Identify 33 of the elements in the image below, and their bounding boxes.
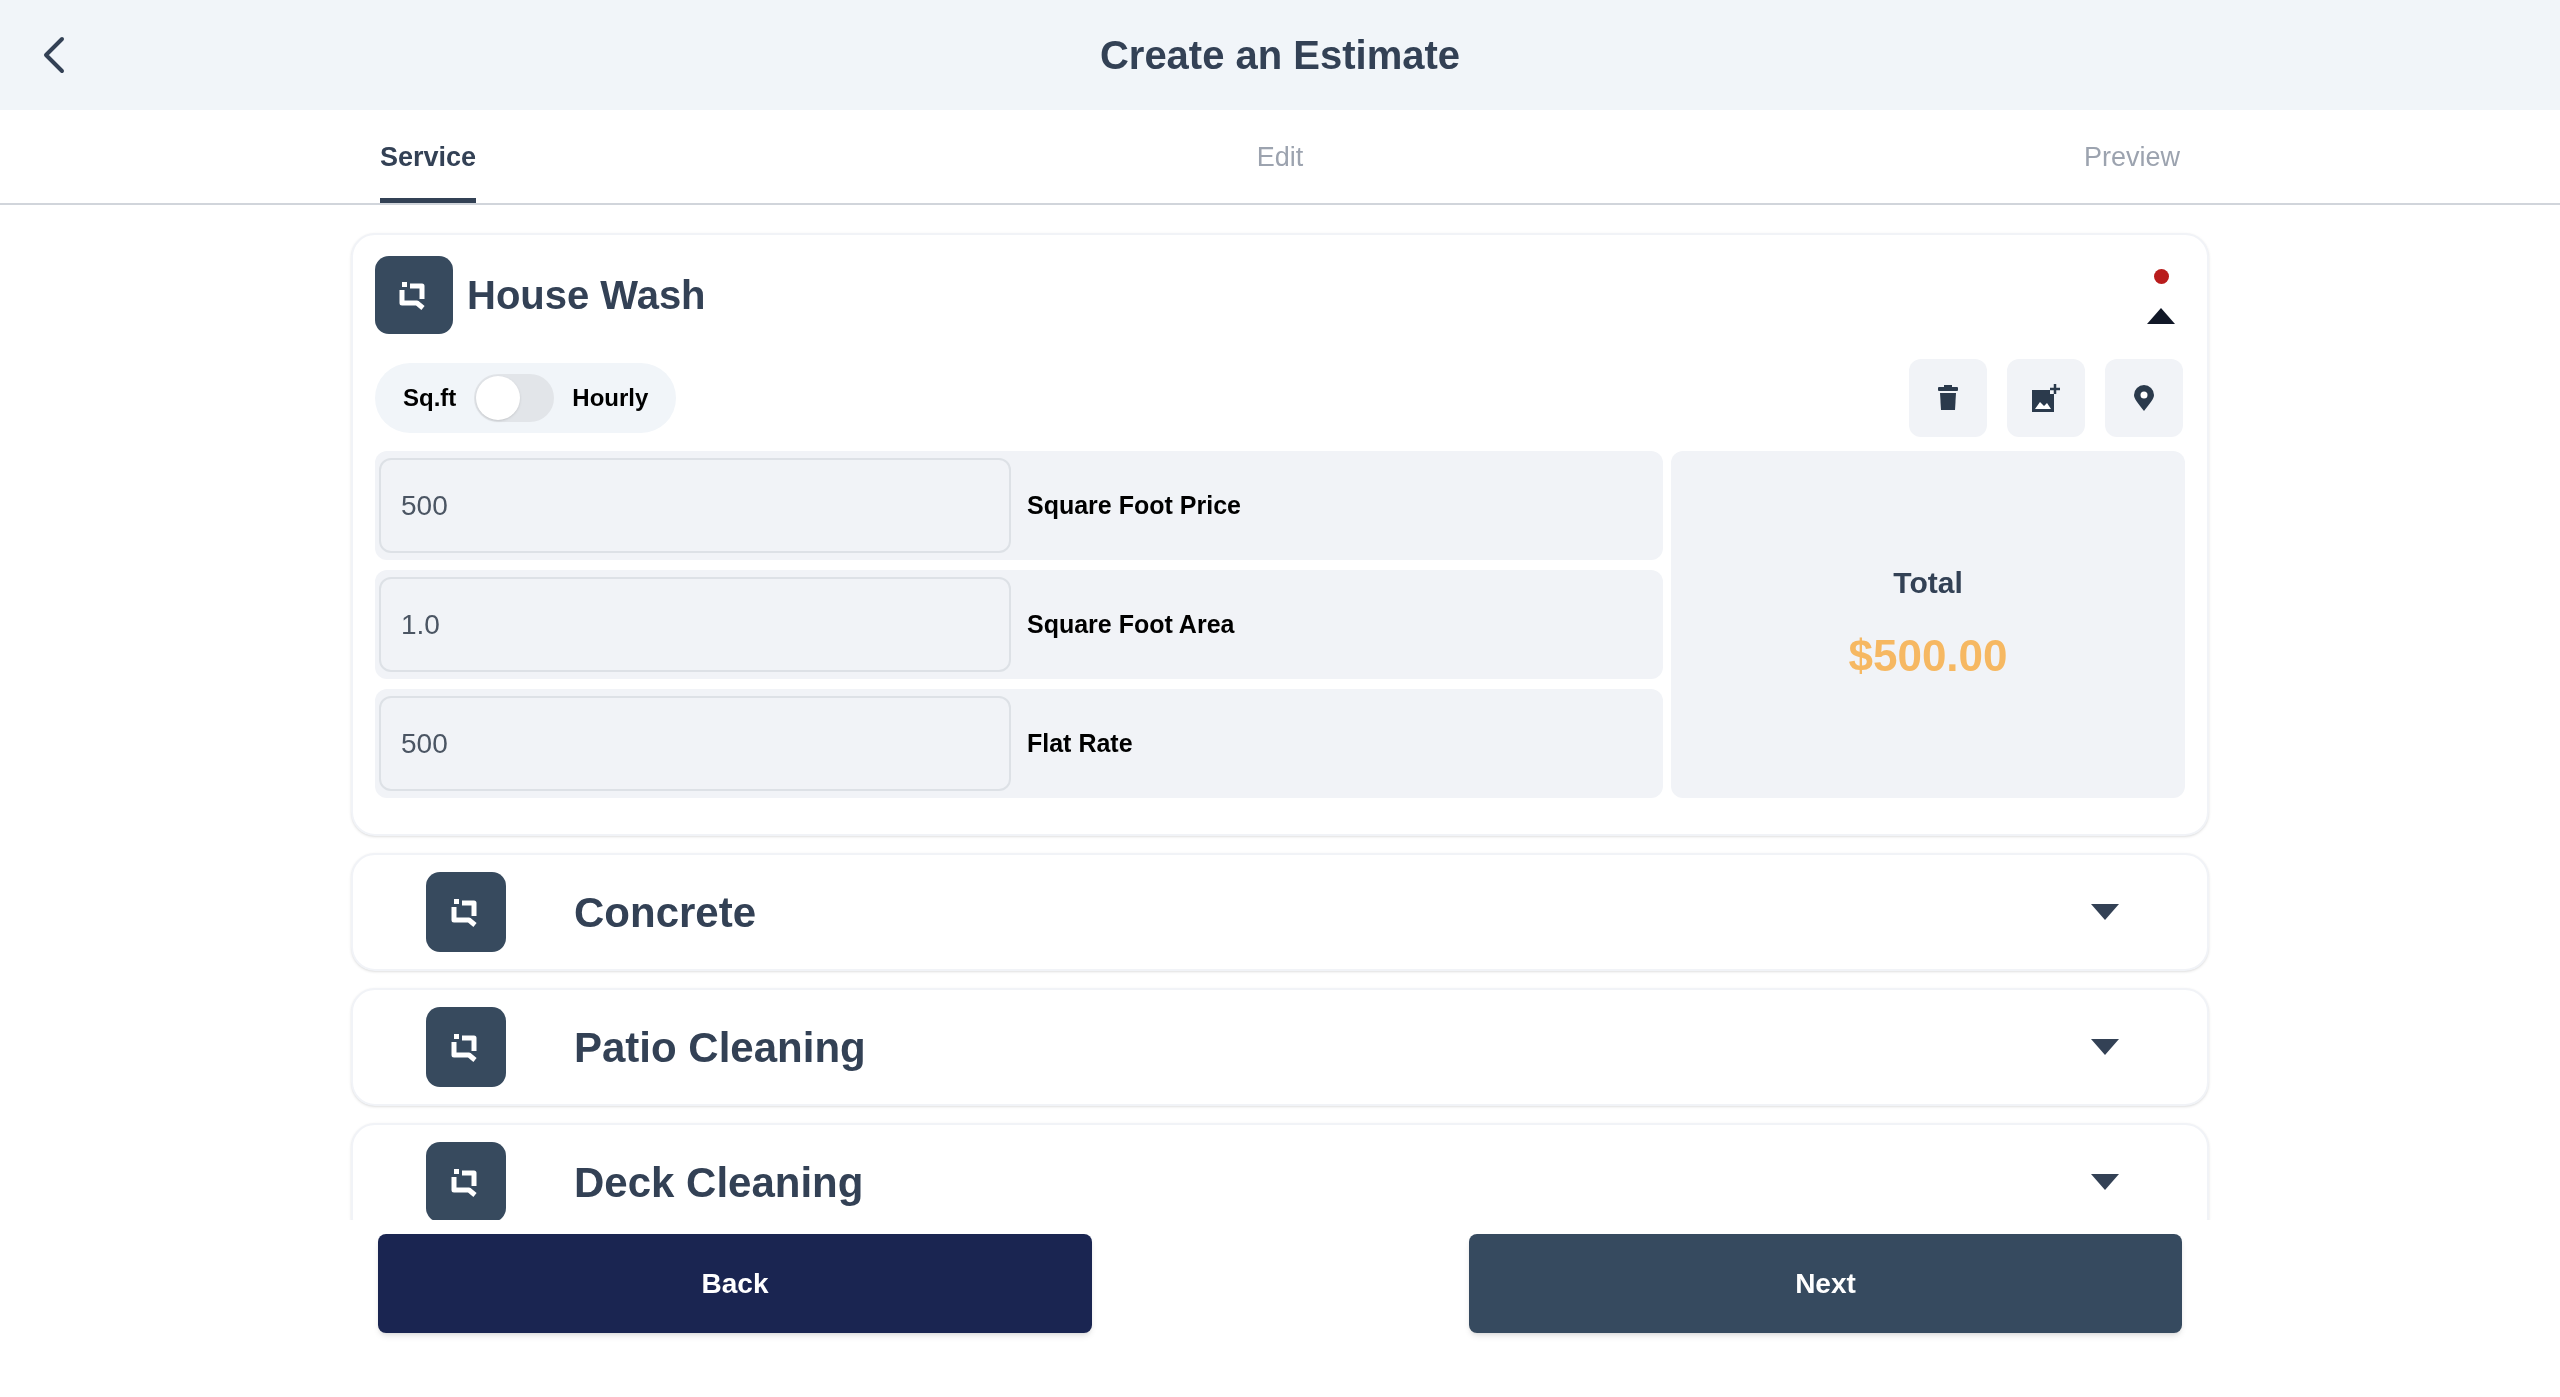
service-title: House Wash xyxy=(467,272,706,319)
service-title: Patio Cleaning xyxy=(574,1022,866,1073)
add-image-icon xyxy=(2032,384,2060,412)
trash-icon xyxy=(1938,385,1958,411)
expand-caret-icon[interactable] xyxy=(2091,1039,2119,1055)
back-button[interactable]: Back xyxy=(378,1234,1092,1333)
toggle-switch[interactable] xyxy=(474,374,555,422)
expand-caret-icon[interactable] xyxy=(2091,904,2119,920)
field-label: Square Foot Area xyxy=(1027,608,1235,640)
delete-button[interactable] xyxy=(1909,359,1987,437)
add-photo-button[interactable] xyxy=(2007,359,2085,437)
total-label: Total xyxy=(1893,565,1963,601)
service-title: Deck Cleaning xyxy=(574,1157,864,1208)
page-title: Create an Estimate xyxy=(1099,32,1461,79)
service-logo-icon xyxy=(426,1007,506,1087)
unit-toggle[interactable]: Sq.ft Hourly xyxy=(375,363,677,433)
collapse-caret-icon[interactable] xyxy=(2147,307,2175,324)
number-input[interactable]: 500 xyxy=(379,458,1011,553)
tab[interactable]: Service xyxy=(380,110,477,203)
toggle-label: Hourly xyxy=(572,383,649,413)
number-input[interactable]: 1.0 xyxy=(379,577,1011,672)
service-logo-icon xyxy=(375,256,453,334)
next-button[interactable]: Next xyxy=(1469,1234,2182,1333)
service-logo-icon xyxy=(426,872,506,952)
toggle-label: Sq.ft xyxy=(403,383,457,413)
location-button[interactable] xyxy=(2105,359,2183,437)
field-label: Square Foot Price xyxy=(1027,489,1241,521)
field-label: Flat Rate xyxy=(1027,727,1133,759)
map-pin-icon xyxy=(2134,385,2154,411)
total-amount: $500.00 xyxy=(1848,630,2008,682)
number-input[interactable]: 500 xyxy=(379,696,1011,791)
expand-caret-icon[interactable] xyxy=(2091,1174,2119,1190)
service-title: Concrete xyxy=(574,887,757,938)
